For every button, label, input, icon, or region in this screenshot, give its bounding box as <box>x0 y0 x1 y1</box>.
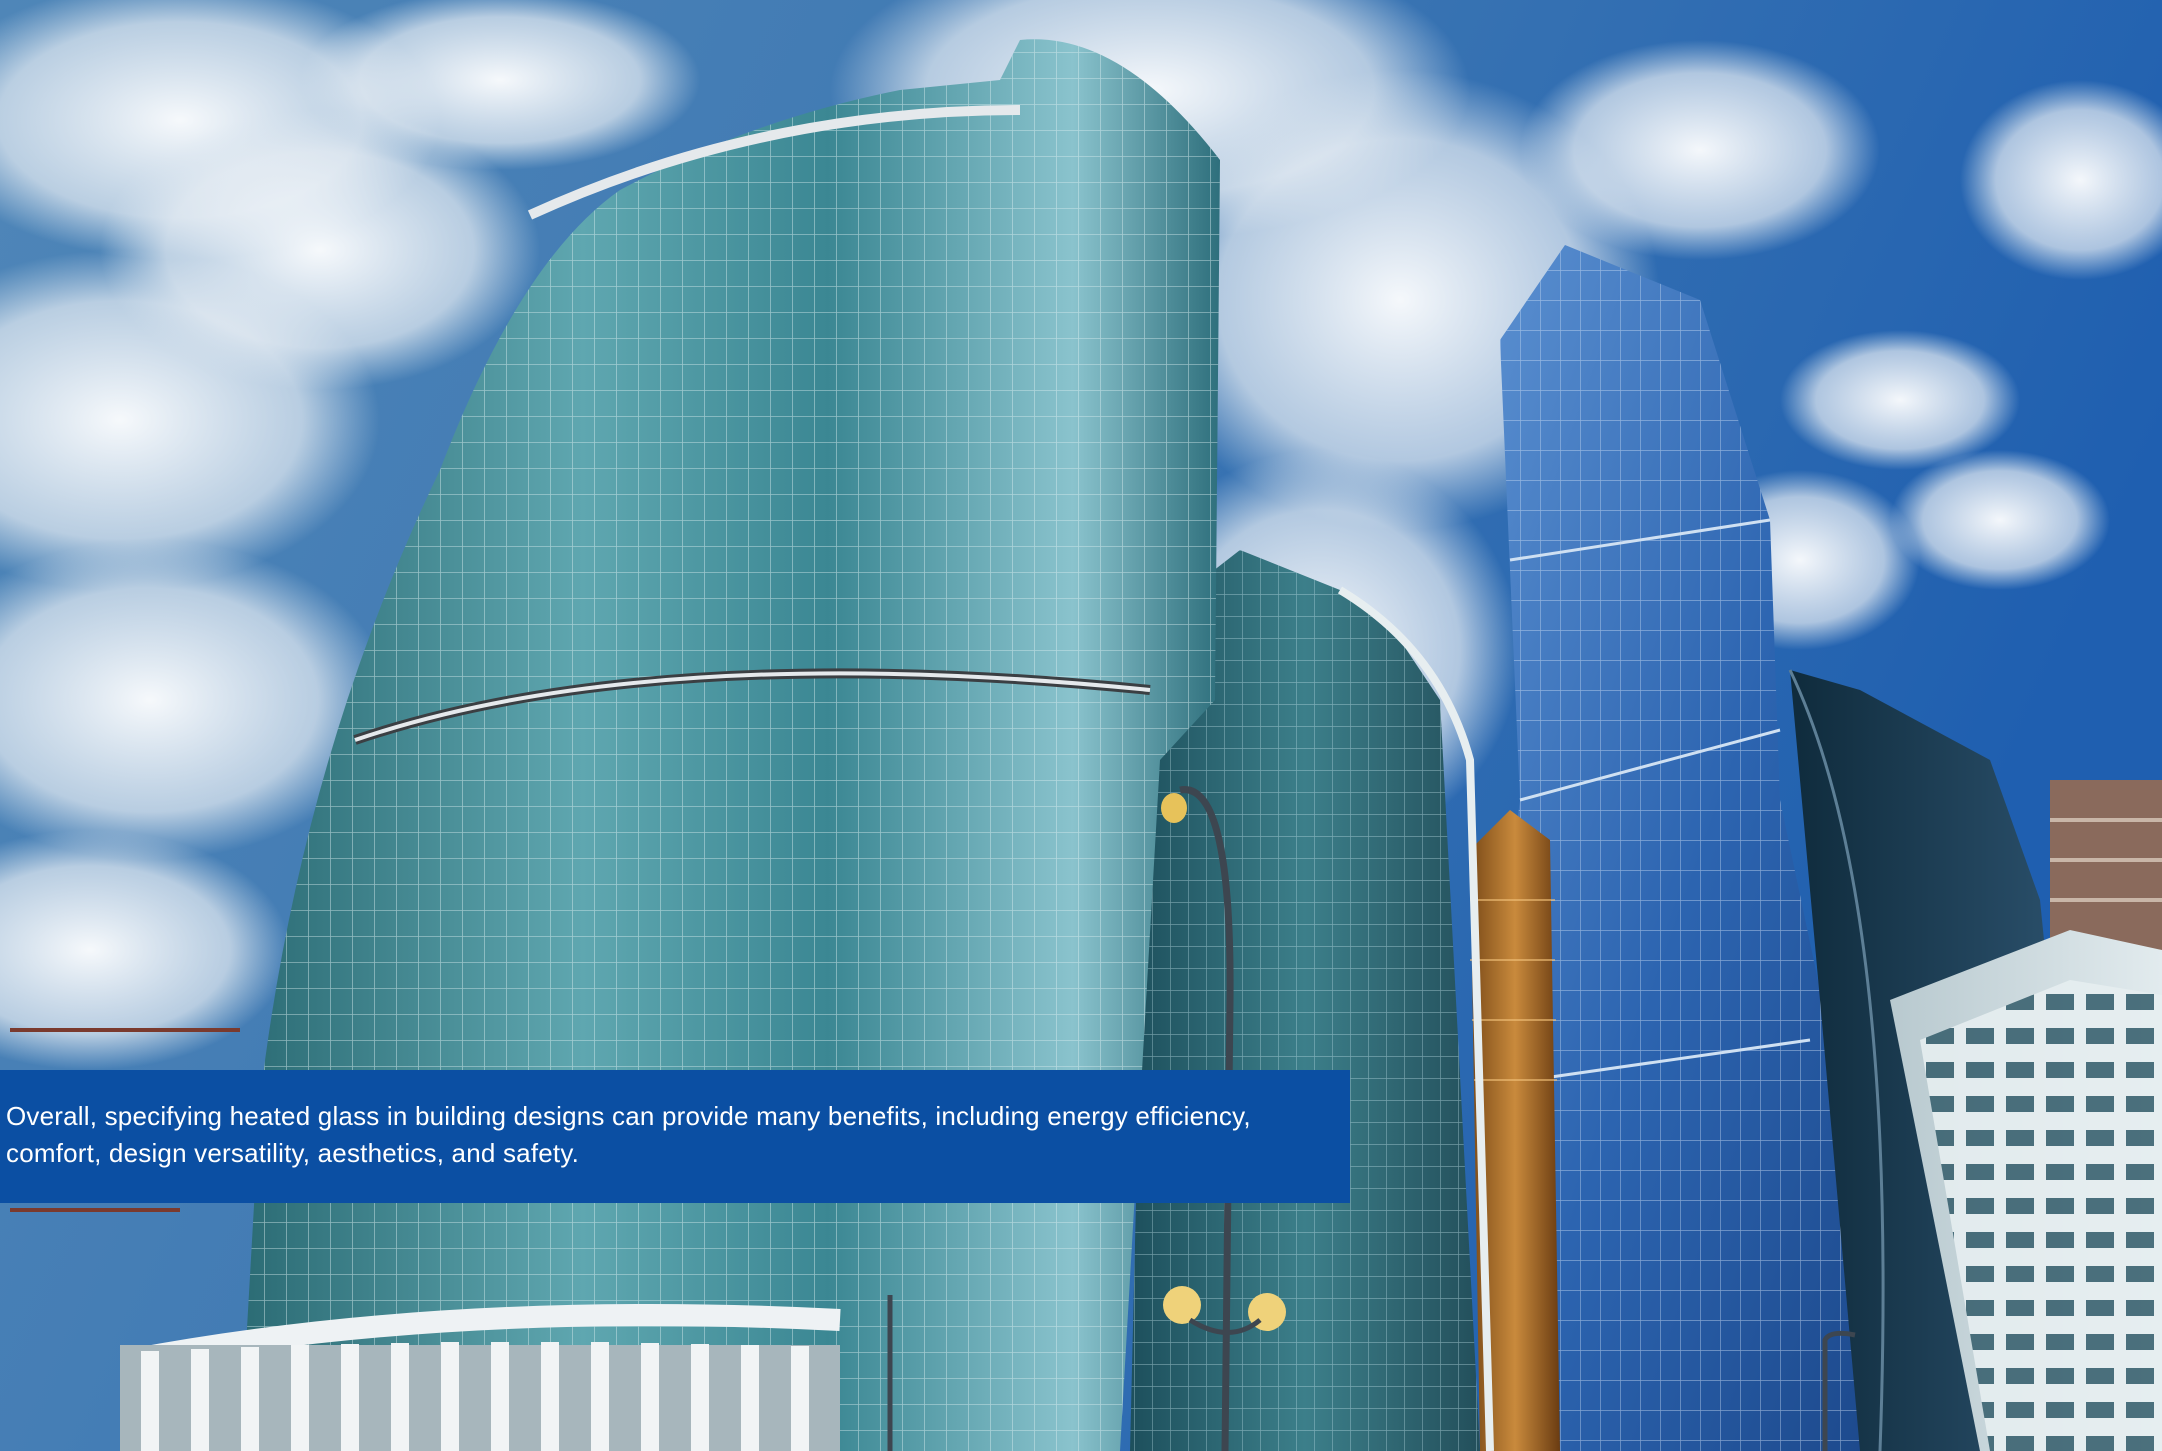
base-columns <box>120 1342 840 1451</box>
caption-banner: Overall, specifying heated glass in buil… <box>0 1070 1350 1203</box>
building-photo <box>0 0 2162 1451</box>
caption-text: Overall, specifying heated glass in buil… <box>6 1101 1251 1168</box>
